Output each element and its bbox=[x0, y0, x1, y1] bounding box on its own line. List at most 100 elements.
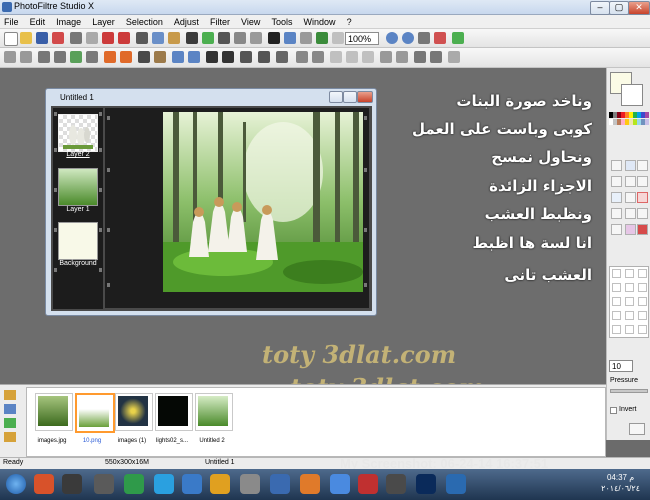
image-size-icon[interactable] bbox=[202, 32, 214, 44]
palette-swatch[interactable] bbox=[645, 112, 649, 118]
palette-swatch[interactable] bbox=[645, 119, 649, 125]
saturation-icon[interactable] bbox=[70, 51, 82, 63]
background-color-swatch[interactable] bbox=[621, 84, 643, 106]
align-right-icon[interactable] bbox=[362, 51, 374, 63]
menu-edit[interactable]: Edit bbox=[26, 15, 50, 29]
view-icon[interactable] bbox=[332, 32, 344, 44]
effects-icon[interactable] bbox=[300, 32, 312, 44]
new-file-icon[interactable] bbox=[4, 32, 18, 46]
layer-options-icon[interactable] bbox=[448, 51, 460, 63]
selection-icon[interactable] bbox=[284, 32, 296, 44]
file-thumb-3[interactable] bbox=[115, 393, 153, 431]
close-button[interactable]: ✕ bbox=[628, 1, 650, 15]
taskbar-app-8-icon[interactable] bbox=[358, 474, 378, 494]
line-tool-icon[interactable] bbox=[637, 176, 648, 187]
taskbar-app-2-icon[interactable] bbox=[62, 474, 82, 494]
rotate-right-icon[interactable] bbox=[430, 51, 442, 63]
spray-tool-icon[interactable] bbox=[625, 192, 636, 203]
red-eye-tool-icon[interactable] bbox=[637, 224, 648, 235]
folder-icon[interactable] bbox=[4, 390, 16, 400]
mask-icon[interactable] bbox=[312, 51, 324, 63]
frame-icon[interactable] bbox=[222, 51, 234, 63]
help-icon[interactable] bbox=[452, 32, 464, 44]
taskbar-app-7-icon[interactable] bbox=[270, 474, 290, 494]
align-center-icon[interactable] bbox=[346, 51, 358, 63]
layer-thumb-1[interactable] bbox=[58, 168, 98, 206]
fit-window-icon[interactable] bbox=[418, 32, 430, 44]
close-doc-icon[interactable] bbox=[52, 32, 64, 44]
auto-contrast-icon[interactable] bbox=[20, 51, 32, 63]
color-balance-icon[interactable] bbox=[316, 32, 328, 44]
crop-icon[interactable] bbox=[186, 32, 198, 44]
text-tool-icon[interactable] bbox=[268, 32, 280, 44]
taskbar-chrome-icon[interactable] bbox=[330, 474, 350, 494]
menu-selection[interactable]: Selection bbox=[122, 15, 167, 29]
menu-image[interactable]: Image bbox=[52, 15, 85, 29]
pressure-slider[interactable] bbox=[610, 389, 648, 393]
menu-filter[interactable]: Filter bbox=[206, 15, 234, 29]
menu-view[interactable]: View bbox=[237, 15, 264, 29]
align-left-icon[interactable] bbox=[330, 51, 342, 63]
open-folder-icon[interactable] bbox=[20, 32, 32, 44]
sepia-icon[interactable] bbox=[154, 51, 166, 63]
sharpen-icon[interactable] bbox=[188, 51, 200, 63]
zoom-in-icon[interactable] bbox=[386, 32, 398, 44]
shadow-icon[interactable] bbox=[276, 51, 288, 63]
eraser-tool-icon[interactable] bbox=[637, 192, 648, 203]
pointer-tool-icon[interactable] bbox=[611, 160, 622, 171]
layer-thumb-background[interactable] bbox=[58, 222, 98, 260]
taskbar-photoshop-icon[interactable] bbox=[416, 474, 436, 494]
scan-icon[interactable] bbox=[86, 32, 98, 44]
taskbar-app-9-icon[interactable] bbox=[386, 474, 406, 494]
flip-horizontal-icon[interactable] bbox=[380, 51, 392, 63]
maximize-button[interactable]: ▢ bbox=[609, 1, 629, 15]
gamma-icon[interactable] bbox=[86, 51, 98, 63]
menu-window[interactable]: Window bbox=[300, 15, 340, 29]
hand-tool-icon[interactable] bbox=[637, 160, 648, 171]
blur-tool-icon[interactable] bbox=[637, 208, 648, 219]
mirror-icon[interactable] bbox=[258, 51, 270, 63]
rotate-left-icon[interactable] bbox=[414, 51, 426, 63]
taskbar-app-10-icon[interactable] bbox=[446, 474, 466, 494]
undo-icon[interactable] bbox=[102, 32, 114, 44]
contrast-icon[interactable] bbox=[54, 51, 66, 63]
file-thumb-1[interactable] bbox=[35, 393, 73, 431]
menu-layer[interactable]: Layer bbox=[88, 15, 119, 29]
zoom-select[interactable]: 100% bbox=[345, 32, 379, 45]
stamp-tool-icon[interactable] bbox=[625, 224, 636, 235]
taskbar-app-6-icon[interactable] bbox=[240, 474, 260, 494]
clock[interactable]: 04:37 م ٢٠١٤/٠٦/٢٤ bbox=[601, 472, 640, 494]
smudge-tool-icon[interactable] bbox=[625, 208, 636, 219]
brush-size-input[interactable]: 10 bbox=[609, 360, 633, 372]
color-icon[interactable] bbox=[120, 51, 132, 63]
taskbar-photofiltre-icon[interactable] bbox=[94, 474, 114, 494]
taskbar-app-1-icon[interactable] bbox=[34, 474, 54, 494]
minimize-button[interactable]: – bbox=[590, 1, 610, 15]
file-thumb-2[interactable] bbox=[75, 393, 115, 433]
flip-icon[interactable] bbox=[250, 32, 262, 44]
brightness-icon[interactable] bbox=[38, 51, 50, 63]
menu-file[interactable]: File bbox=[0, 15, 23, 29]
save-icon[interactable] bbox=[36, 32, 48, 44]
menu-tools[interactable]: Tools bbox=[267, 15, 296, 29]
select-tool-icon[interactable] bbox=[625, 160, 636, 171]
cut-icon[interactable] bbox=[136, 32, 148, 44]
auto-level-icon[interactable] bbox=[4, 51, 16, 63]
tool-options-button[interactable] bbox=[629, 423, 645, 435]
taskbar-app-5-icon[interactable] bbox=[210, 474, 230, 494]
file-thumb-5[interactable] bbox=[195, 393, 233, 431]
flip-vertical-icon[interactable] bbox=[396, 51, 408, 63]
refresh-icon[interactable] bbox=[4, 418, 16, 428]
doc-minimize-button[interactable] bbox=[329, 91, 343, 103]
doc-maximize-button[interactable] bbox=[343, 91, 357, 103]
invert-checkbox[interactable] bbox=[610, 407, 617, 414]
transform-icon[interactable] bbox=[240, 51, 252, 63]
up-folder-icon[interactable] bbox=[4, 404, 16, 414]
taskbar-skype-icon[interactable] bbox=[154, 474, 174, 494]
fill-tool-icon[interactable] bbox=[611, 192, 622, 203]
menu-adjust[interactable]: Adjust bbox=[170, 15, 203, 29]
canvas-size-icon[interactable] bbox=[218, 32, 230, 44]
favorites-icon[interactable] bbox=[4, 432, 16, 442]
file-thumb-4[interactable] bbox=[155, 393, 193, 431]
taskbar-app-4-icon[interactable] bbox=[182, 474, 202, 494]
